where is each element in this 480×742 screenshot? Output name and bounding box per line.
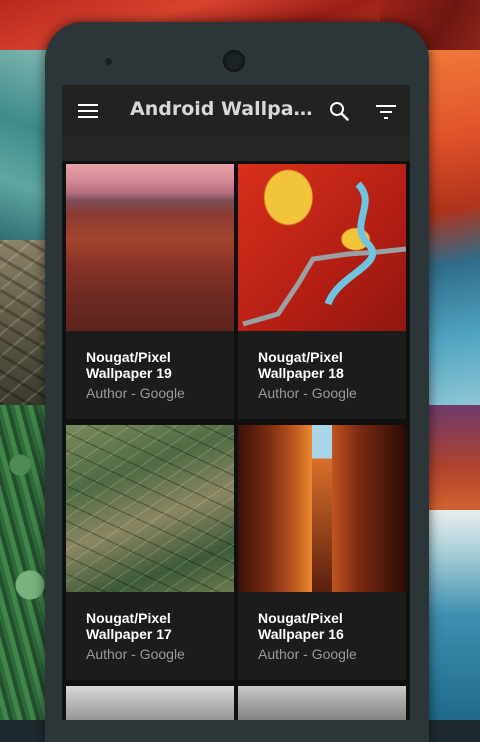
boardwalk-illustration bbox=[242, 181, 406, 327]
background-tile-purple-sky bbox=[425, 405, 480, 510]
wallpaper-card[interactable]: Nougat/Pixel Wallpaper 19 Author - Googl… bbox=[66, 164, 234, 419]
wallpaper-author: Author - Google bbox=[86, 385, 185, 401]
wallpaper-title: Nougat/Pixel Wallpaper 19 bbox=[86, 349, 172, 381]
filter-icon[interactable] bbox=[376, 104, 396, 120]
wallpaper-card[interactable]: Nougat/Pixel Wallpaper 18 Author - Googl… bbox=[238, 164, 406, 419]
wallpaper-title: Nougat/Pixel Wallpaper 17 bbox=[86, 610, 172, 642]
phone-camera bbox=[223, 50, 245, 72]
app-screen: Android Wallpap... Nougat/Pixel Wallpape… bbox=[62, 85, 410, 720]
menu-icon-bar bbox=[78, 110, 98, 112]
wallpaper-card[interactable]: Nougat/Pixel Wallpaper 17 Author - Googl… bbox=[66, 425, 234, 680]
app-title: Android Wallpap... bbox=[130, 98, 320, 120]
wallpaper-card[interactable] bbox=[238, 686, 406, 720]
wallpaper-thumbnail bbox=[66, 686, 234, 720]
search-icon[interactable] bbox=[329, 101, 349, 121]
background-tile-aerial-fields bbox=[0, 240, 50, 405]
background-tile-green-swirl bbox=[0, 405, 50, 720]
wallpaper-author: Author - Google bbox=[86, 646, 185, 662]
wallpaper-card[interactable]: Nougat/Pixel Wallpaper 16 Author - Googl… bbox=[238, 425, 406, 680]
wallpaper-title: Nougat/Pixel Wallpaper 18 bbox=[258, 349, 344, 381]
wallpaper-author: Author - Google bbox=[258, 385, 357, 401]
wallpaper-thumbnail bbox=[238, 425, 406, 592]
app-bar: Android Wallpap... bbox=[62, 85, 410, 137]
menu-icon-bar bbox=[78, 116, 98, 118]
wallpaper-thumbnail bbox=[66, 425, 234, 592]
wallpaper-title: Nougat/Pixel Wallpaper 16 bbox=[258, 610, 344, 642]
background-tile-orange-canyon bbox=[425, 50, 480, 405]
wallpaper-thumbnail bbox=[238, 686, 406, 720]
menu-icon-bar bbox=[78, 104, 98, 106]
app-bar-extension bbox=[62, 137, 410, 161]
menu-icon[interactable] bbox=[78, 102, 98, 120]
background-tile-teal-water bbox=[0, 50, 50, 240]
wallpaper-thumbnail bbox=[238, 164, 406, 331]
phone-sensor bbox=[105, 58, 112, 65]
wallpaper-card[interactable] bbox=[66, 686, 234, 720]
wallpaper-author: Author - Google bbox=[258, 646, 357, 662]
background-tile-coast bbox=[425, 510, 480, 720]
wallpaper-thumbnail bbox=[66, 164, 234, 331]
